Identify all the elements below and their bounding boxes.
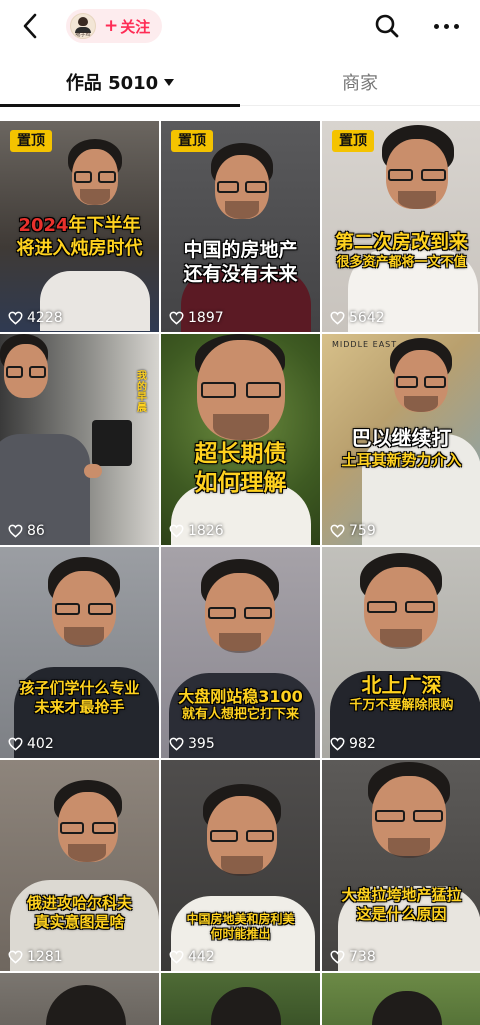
video-card[interactable]: 置顶 中国的房地产 还有没有未来 1897 xyxy=(161,121,320,332)
like-count: 442 xyxy=(169,949,215,965)
avatar[interactable]: 噶子鸡 xyxy=(70,13,96,39)
video-title: 第二次房改到来 很多资产都将一文不值 xyxy=(334,231,468,270)
video-card[interactable] xyxy=(0,973,159,1025)
back-button[interactable] xyxy=(14,10,46,42)
like-count: 1826 xyxy=(169,523,224,539)
video-card[interactable]: MIDDLE EAST 巴以继续打 土耳其新势力介入 759 xyxy=(322,334,480,545)
follow-pill[interactable]: 噶子鸡 + 关注 xyxy=(66,9,162,43)
like-count: 5642 xyxy=(330,310,385,326)
like-count: 395 xyxy=(169,736,215,752)
video-card[interactable]: 我的早晨 86 xyxy=(0,334,159,545)
like-count: 4228 xyxy=(8,310,63,326)
top-bar: 噶子鸡 + 关注 xyxy=(0,0,480,52)
avatar-tag: 噶子鸡 xyxy=(75,31,91,38)
tab-shop-label: 商家 xyxy=(342,73,378,94)
video-card[interactable]: 大盘拉垮地产猛拉 这是什么原因 738 xyxy=(322,760,480,971)
video-card[interactable]: 超长期债 如何理解 1826 xyxy=(161,334,320,545)
video-title: 超长期债 如何理解 xyxy=(194,441,287,496)
pinned-badge: 置顶 xyxy=(10,130,52,152)
video-title: 俄进攻哈尔科夫 真实意图是啥 xyxy=(26,894,132,931)
heart-outline-icon xyxy=(8,950,23,964)
more-dot-icon xyxy=(433,23,439,29)
heart-outline-icon xyxy=(169,737,184,751)
video-title: 中国的房地产 还有没有未来 xyxy=(183,239,298,285)
more-dot-icon xyxy=(453,23,459,29)
heart-outline-icon xyxy=(330,524,345,538)
search-button[interactable] xyxy=(372,11,402,41)
tab-works-label: 作品 5010 xyxy=(65,73,159,94)
heart-outline-icon xyxy=(330,950,345,964)
plus-icon: + xyxy=(104,16,119,36)
video-card[interactable]: 俄进攻哈尔科夫 真实意图是啥 1281 xyxy=(0,760,159,971)
video-card[interactable]: 大盘刚站稳3100 就有人想把它打下来 395 xyxy=(161,547,320,758)
side-caption: 我的早晨 xyxy=(137,371,147,414)
heart-outline-icon xyxy=(8,311,23,325)
heart-outline-icon xyxy=(330,737,345,751)
video-title: 中国房地美和房利美 何时能推出 xyxy=(186,912,295,941)
like-count: 759 xyxy=(330,523,376,539)
more-dot-icon xyxy=(443,23,449,29)
video-title: 大盘刚站稳3100 就有人想把它打下来 xyxy=(178,687,303,722)
pinned-badge: 置顶 xyxy=(332,130,374,152)
like-count: 982 xyxy=(330,736,376,752)
heart-outline-icon xyxy=(8,524,23,538)
like-count: 738 xyxy=(330,949,376,965)
video-title: 大盘拉垮地产猛拉 这是什么原因 xyxy=(341,886,462,923)
follow-label: 关注 xyxy=(120,17,151,36)
heart-outline-icon xyxy=(330,311,345,325)
video-title: 巴以继续打 土耳其新势力介入 xyxy=(341,426,462,469)
heart-outline-icon xyxy=(169,524,184,538)
tab-shop[interactable]: 商家 xyxy=(240,58,480,106)
video-title: 孩子们学什么专业 未来才最抢手 xyxy=(19,679,140,716)
video-card[interactable]: 置顶 2024年下半年 将进入炖房时代 4228 xyxy=(0,121,159,332)
like-count: 86 xyxy=(8,523,45,539)
tab-works[interactable]: 作品 5010 xyxy=(0,58,240,107)
heart-outline-icon xyxy=(169,311,184,325)
pinned-badge: 置顶 xyxy=(171,130,213,152)
video-card[interactable]: 中国房地美和房利美 何时能推出 442 xyxy=(161,760,320,971)
profile-tabs: 作品 5010 商家 xyxy=(0,58,480,107)
video-card[interactable] xyxy=(322,973,480,1025)
video-title: 2024年下半年 将进入炖房时代 xyxy=(16,215,143,259)
heart-outline-icon xyxy=(169,950,184,964)
like-count: 1897 xyxy=(169,310,224,326)
video-card[interactable]: 北上广深 千万不要解除限购 982 xyxy=(322,547,480,758)
follow-button[interactable]: + 关注 xyxy=(104,16,150,37)
more-button[interactable] xyxy=(428,11,464,41)
video-card[interactable]: 置顶 第二次房改到来 很多资产都将一文不值 5642 xyxy=(322,121,480,332)
video-title: 北上广深 千万不要解除限购 xyxy=(349,673,454,713)
chevron-left-icon xyxy=(23,13,37,39)
like-count: 402 xyxy=(8,736,54,752)
active-tab-indicator xyxy=(0,104,240,107)
caret-down-icon[interactable] xyxy=(164,78,175,86)
search-icon xyxy=(375,14,399,38)
video-card[interactable] xyxy=(161,973,320,1025)
like-count: 1281 xyxy=(8,949,63,965)
video-card[interactable]: 孩子们学什么专业 未来才最抢手 402 xyxy=(0,547,159,758)
heart-outline-icon xyxy=(8,737,23,751)
